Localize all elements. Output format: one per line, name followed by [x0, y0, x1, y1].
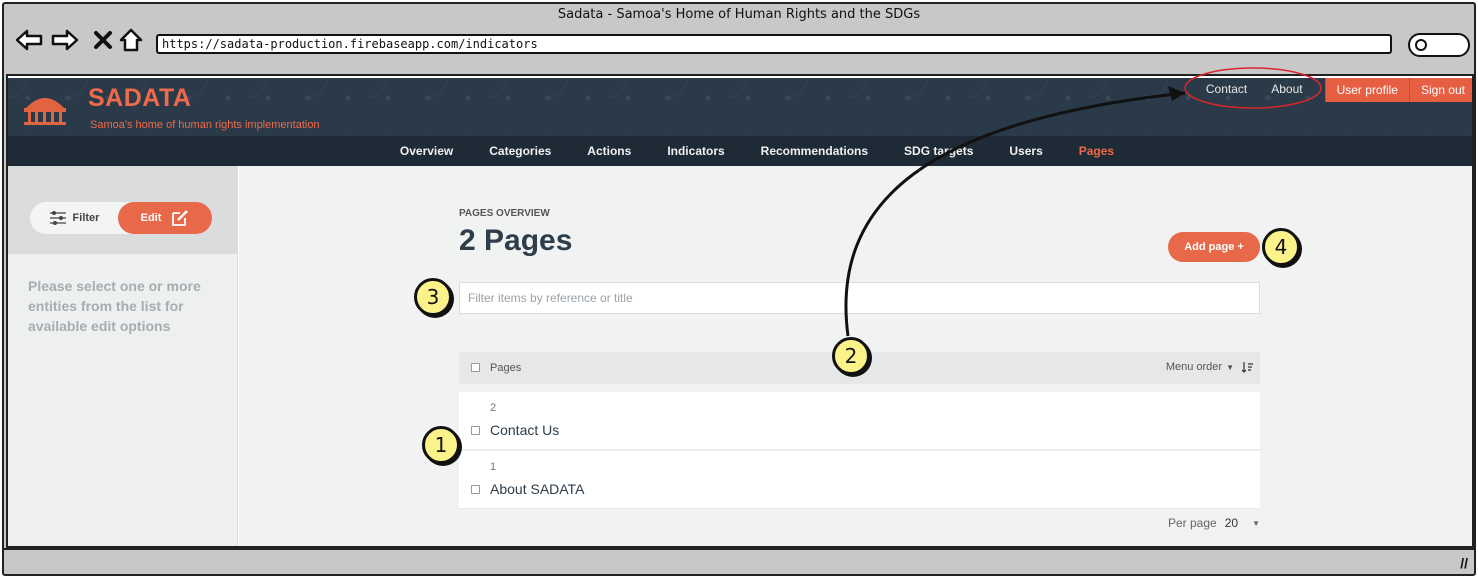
- app-viewport: SADATA Samoa's home of human rights impl…: [6, 74, 1474, 548]
- edit-tab-label: Edit: [140, 212, 162, 224]
- per-page-label: Per page: [1168, 516, 1217, 530]
- nav-actions[interactable]: Actions: [569, 136, 649, 166]
- sliders-icon: [49, 211, 66, 225]
- edit-tab[interactable]: Edit: [118, 202, 212, 234]
- url-bar[interactable]: https://sadata-production.firebaseapp.co…: [156, 34, 1392, 54]
- chevron-down-icon: ▼: [1226, 362, 1234, 372]
- nav-indicators[interactable]: Indicators: [649, 136, 742, 166]
- list-item[interactable]: 2 Contact Us: [459, 392, 1260, 450]
- back-icon[interactable]: [14, 26, 44, 54]
- list-item[interactable]: 1 About SADATA: [459, 451, 1260, 509]
- nav-categories[interactable]: Categories: [471, 136, 569, 166]
- browser-search[interactable]: [1408, 33, 1470, 57]
- mode-toggle-bar: Filter Edit: [8, 166, 238, 254]
- filter-tab-label: Filter: [72, 212, 100, 224]
- stop-icon[interactable]: [88, 26, 118, 54]
- contact-link[interactable]: Contact: [1194, 78, 1259, 102]
- resize-grip-icon[interactable]: //: [1460, 555, 1468, 571]
- sign-out-button[interactable]: Sign out: [1408, 78, 1472, 102]
- sort-order-icon[interactable]: [1242, 361, 1254, 373]
- user-profile-button[interactable]: User profile: [1324, 78, 1409, 102]
- browser-window: Sadata - Samoa's Home of Human Rights an…: [2, 2, 1476, 576]
- window-title: Sadata - Samoa's Home of Human Rights an…: [557, 7, 921, 22]
- status-bar: //: [4, 548, 1474, 574]
- filter-edit-toggle: Filter Edit: [30, 202, 212, 234]
- brand-name[interactable]: SADATA: [88, 84, 191, 113]
- forward-icon[interactable]: [50, 26, 80, 54]
- row-order: 2: [490, 402, 497, 414]
- annotation-badge-1: 1: [422, 426, 460, 464]
- filter-tab[interactable]: Filter: [30, 202, 118, 234]
- row-checkbox[interactable]: [471, 485, 480, 494]
- per-page-value: 20: [1224, 516, 1239, 530]
- about-link[interactable]: About: [1259, 78, 1314, 102]
- filter-input[interactable]: Filter items by reference or title: [459, 282, 1260, 314]
- app-header: SADATA Samoa's home of human rights impl…: [8, 78, 1472, 136]
- nav-pages[interactable]: Pages: [1061, 136, 1132, 166]
- nav-sdg-targets[interactable]: SDG targets: [886, 136, 991, 166]
- section-overline: PAGES OVERVIEW: [459, 208, 550, 219]
- brand-tagline: Samoa's home of human rights implementat…: [90, 119, 320, 131]
- sadata-logo-icon: [24, 98, 66, 125]
- edit-icon: [172, 210, 189, 226]
- search-icon: [1415, 39, 1427, 51]
- annotation-badge-4: 4: [1262, 228, 1300, 266]
- chevron-down-icon: ▼: [1252, 518, 1260, 528]
- row-checkbox[interactable]: [471, 426, 480, 435]
- nav-users[interactable]: Users: [991, 136, 1060, 166]
- add-page-button[interactable]: Add page +: [1168, 232, 1260, 262]
- annotation-badge-3: 3: [414, 278, 452, 316]
- nav-overview[interactable]: Overview: [382, 136, 471, 166]
- row-order: 1: [490, 461, 497, 473]
- edit-sidebar: Filter Edit Please select one or more en…: [8, 166, 238, 546]
- selection-hint: Please select one or more entities from …: [28, 278, 201, 334]
- select-all-checkbox[interactable]: [471, 363, 480, 372]
- home-icon[interactable]: [116, 26, 146, 54]
- sort-label: Menu order: [1165, 361, 1223, 373]
- row-title[interactable]: Contact Us: [490, 422, 559, 438]
- nav-recommendations[interactable]: Recommendations: [743, 136, 886, 166]
- sort-control[interactable]: Menu order ▼: [1166, 361, 1254, 373]
- page-title: 2 Pages: [459, 224, 573, 257]
- per-page-control[interactable]: Per page 20 ▼: [1168, 516, 1260, 530]
- row-title[interactable]: About SADATA: [490, 481, 584, 497]
- main-nav: Overview Categories Actions Indicators R…: [8, 136, 1472, 166]
- top-links: Contact About User profile Sign out: [1194, 78, 1472, 102]
- list-header-label: Pages: [490, 362, 522, 374]
- annotation-badge-2: 2: [832, 337, 870, 375]
